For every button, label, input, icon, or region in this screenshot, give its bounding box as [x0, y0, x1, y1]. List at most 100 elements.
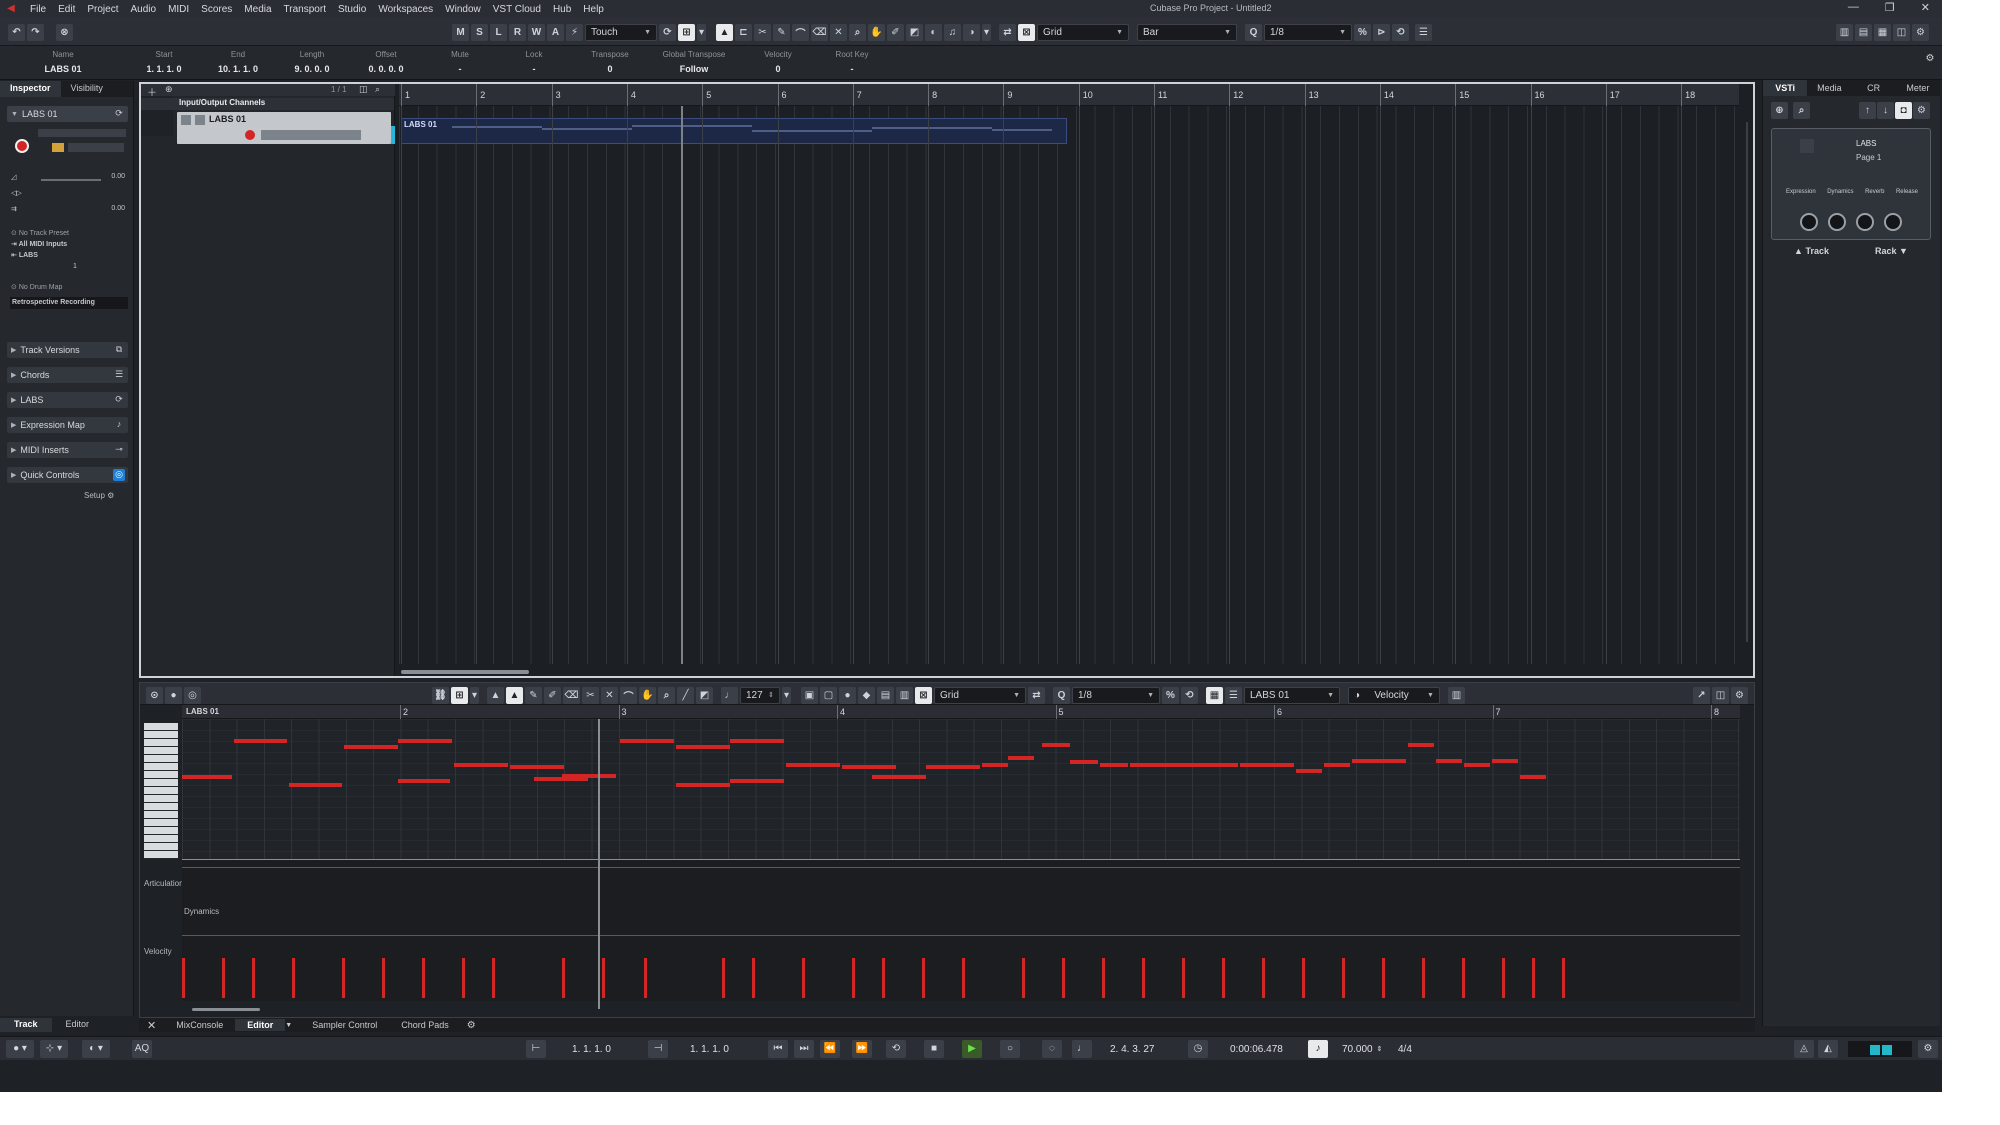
zoom-tool-icon[interactable]: ⌕ [849, 23, 866, 41]
mute-state-button[interactable]: M [452, 23, 469, 41]
section-quick-controls[interactable]: ▶ Quick Controls ◎ [7, 467, 128, 483]
velocity-bar[interactable] [922, 958, 925, 998]
output-row[interactable]: ⇤ LABS [11, 251, 129, 259]
menu-window[interactable]: Window [439, 4, 487, 15]
midi-note[interactable] [926, 765, 980, 769]
quantize-reset-icon[interactable]: ⟲ [1392, 23, 1409, 41]
vertical-scrollbar[interactable] [1743, 112, 1751, 656]
open-window-icon[interactable]: ↗ [1693, 686, 1710, 704]
tab-vsti[interactable]: VSTi [1763, 80, 1808, 96]
menu-hub[interactable]: Hub [547, 4, 577, 15]
midi-note[interactable] [1008, 756, 1034, 760]
punch-mode-icon[interactable]: ⊹ ▾ [40, 1040, 68, 1058]
velocity-bar[interactable] [802, 958, 805, 998]
nudge-icon[interactable]: ⇄ [999, 23, 1016, 41]
signature-display[interactable]: 4/4 [1398, 1041, 1412, 1057]
midi-note[interactable] [620, 739, 674, 743]
tab-media[interactable]: Media [1807, 80, 1851, 96]
move-up-icon[interactable]: ↑ [1859, 102, 1876, 119]
velocity-bar[interactable] [462, 958, 465, 998]
list-icon[interactable]: ☰ [1225, 686, 1242, 704]
info-lock[interactable]: Lock - [506, 50, 562, 74]
current-part-dropdown[interactable]: LABS 01 ▼ [1244, 686, 1340, 704]
velocity-bar[interactable] [492, 958, 495, 998]
lower-zone-toggle-icon[interactable]: ▤ [1855, 23, 1872, 41]
info-mute[interactable]: Mute - [432, 50, 488, 74]
info-global-transpose[interactable]: Global Transpose Follow [654, 50, 734, 74]
midi-note[interactable] [510, 765, 564, 769]
volume-slider[interactable] [41, 179, 101, 181]
metronome-sync-icon[interactable]: ◌ [1042, 1040, 1062, 1058]
midi-note[interactable] [982, 763, 1008, 767]
midi-note[interactable] [1464, 763, 1490, 767]
midi-note[interactable] [182, 775, 232, 779]
midi-note[interactable] [1352, 759, 1406, 763]
go-to-right-locator-icon[interactable]: ⊣ [648, 1040, 668, 1058]
note-display[interactable] [182, 719, 1740, 859]
menu-project[interactable]: Project [81, 4, 124, 15]
midi-note[interactable] [1408, 743, 1434, 747]
quantize-apply-icon[interactable]: ⊳ [1373, 23, 1390, 41]
tab-cr[interactable]: CR [1852, 80, 1896, 96]
midi-note[interactable] [1070, 760, 1098, 764]
stop-icon[interactable]: ■ [924, 1040, 944, 1058]
cycle-mode-icon[interactable]: ◐ ▾ [82, 1040, 110, 1058]
midi-note[interactable] [1100, 763, 1128, 767]
midi-note[interactable] [872, 775, 926, 779]
write-automation-button[interactable]: W [528, 23, 545, 41]
midi-note[interactable] [676, 783, 730, 787]
select-tool-icon[interactable]: ▲ [487, 686, 504, 704]
info-name[interactable]: Name LABS 01 [30, 50, 96, 74]
setup-link[interactable]: Setup ⚙ [84, 491, 114, 500]
project-cursor[interactable] [681, 106, 683, 664]
velocity-bar[interactable] [722, 958, 725, 998]
section-labs-instrument[interactable]: ▶ LABS ⟳ [7, 392, 128, 408]
pan-row[interactable]: ◁▷ [11, 189, 129, 197]
menu-transport[interactable]: Transport [278, 4, 332, 15]
track-list-zoom-icon[interactable]: ◫ [359, 84, 368, 95]
info-end[interactable]: End 10. 1. 1. 0 [210, 50, 266, 74]
quantize-icon[interactable]: Q [1245, 23, 1262, 41]
range-tool-icon[interactable]: ⊏ [735, 23, 752, 41]
play-tool-icon[interactable]: ◐ [925, 23, 942, 41]
midi-note[interactable] [1436, 759, 1462, 763]
add-instrument-icon[interactable]: ⊕ [1771, 102, 1788, 119]
autoquantize-button[interactable]: AQ [132, 1040, 152, 1058]
menu-workspaces[interactable]: Workspaces [372, 4, 439, 15]
go-to-left-locator-icon[interactable]: ⊢ [526, 1040, 546, 1058]
panel-settings-icon[interactable]: ◫ [1893, 23, 1910, 41]
listen-state-button[interactable]: L [490, 23, 507, 41]
play-tool-icon[interactable]: ◩ [696, 686, 713, 704]
project-ruler[interactable]: 1 2 3 4 5 6 7 8 9 10 11 12 13 14 15 16 17 18 [399, 84, 1739, 106]
midi-note[interactable] [1520, 775, 1546, 779]
velocity-bar[interactable] [382, 958, 385, 998]
rewind-icon[interactable]: ⏪ [820, 1040, 840, 1058]
velocity-bar[interactable] [1102, 958, 1105, 998]
paint-tool-icon[interactable]: ✐ [544, 686, 561, 704]
velocity-bar[interactable] [882, 958, 885, 998]
velocity-bar[interactable] [1532, 958, 1535, 998]
history-icon[interactable]: ⊗ [56, 23, 73, 41]
velocity-bar[interactable] [1062, 958, 1065, 998]
quantize-icon[interactable]: Q [1053, 686, 1070, 704]
velocity-bar[interactable] [1142, 958, 1145, 998]
track-footer-button[interactable]: ▲ Track [1794, 246, 1829, 256]
quick-control-knob-3[interactable] [1856, 213, 1874, 231]
tab-inspector[interactable]: Inspector [0, 81, 61, 97]
delay-row[interactable]: ⇉ 0.00 [11, 205, 129, 213]
editor-quantize-dropdown[interactable]: 1/8 ▼ [1072, 686, 1160, 704]
mute-tool-icon[interactable]: ✋ [639, 686, 656, 704]
show-controls-icon[interactable]: ◘ [1895, 102, 1912, 119]
velocity-bar[interactable] [1302, 958, 1305, 998]
midi-note[interactable] [1184, 763, 1238, 767]
midi-note[interactable] [730, 779, 784, 783]
velocity-bar[interactable] [1422, 958, 1425, 998]
velocity-bar[interactable] [1222, 958, 1225, 998]
glue-tool-icon[interactable]: ⌒ [792, 23, 809, 41]
move-insert-icon[interactable]: ● [839, 686, 856, 704]
tab-visibility[interactable]: Visibility [61, 81, 113, 97]
horizontal-scrollbar[interactable] [401, 670, 529, 674]
event-display[interactable]: LABS 01 [399, 106, 1739, 664]
section-chords[interactable]: ▶ Chords ☰ [7, 367, 128, 383]
section-track-versions[interactable]: ▶ Track Versions ⧉ [7, 342, 128, 358]
